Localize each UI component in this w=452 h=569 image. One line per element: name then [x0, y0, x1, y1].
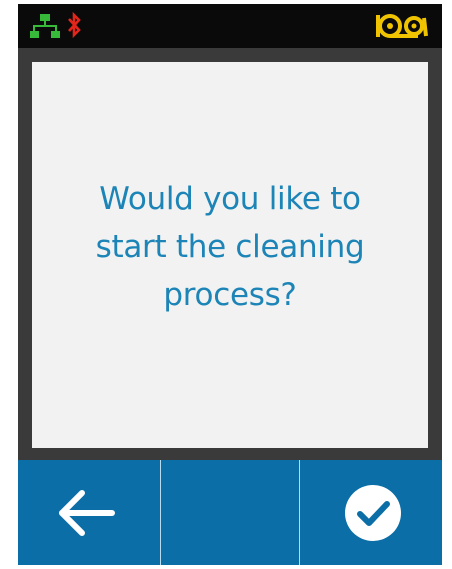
- printer-display: Would you like to start the cleaning pro…: [18, 4, 442, 565]
- status-bar: [18, 4, 442, 48]
- bluetooth-icon: [68, 12, 81, 38]
- soft-button-bar: [18, 460, 442, 565]
- back-button[interactable]: [18, 460, 160, 565]
- dialog-message: Would you like to start the cleaning pro…: [95, 181, 365, 313]
- confirm-button[interactable]: [300, 460, 442, 565]
- confirmation-dialog: Would you like to start the cleaning pro…: [32, 62, 428, 448]
- media-icon: [376, 14, 428, 38]
- check-circle-icon: [345, 484, 401, 541]
- network-icon: [30, 14, 60, 38]
- back-arrow-icon: [59, 489, 115, 536]
- middle-soft-button[interactable]: [161, 460, 299, 565]
